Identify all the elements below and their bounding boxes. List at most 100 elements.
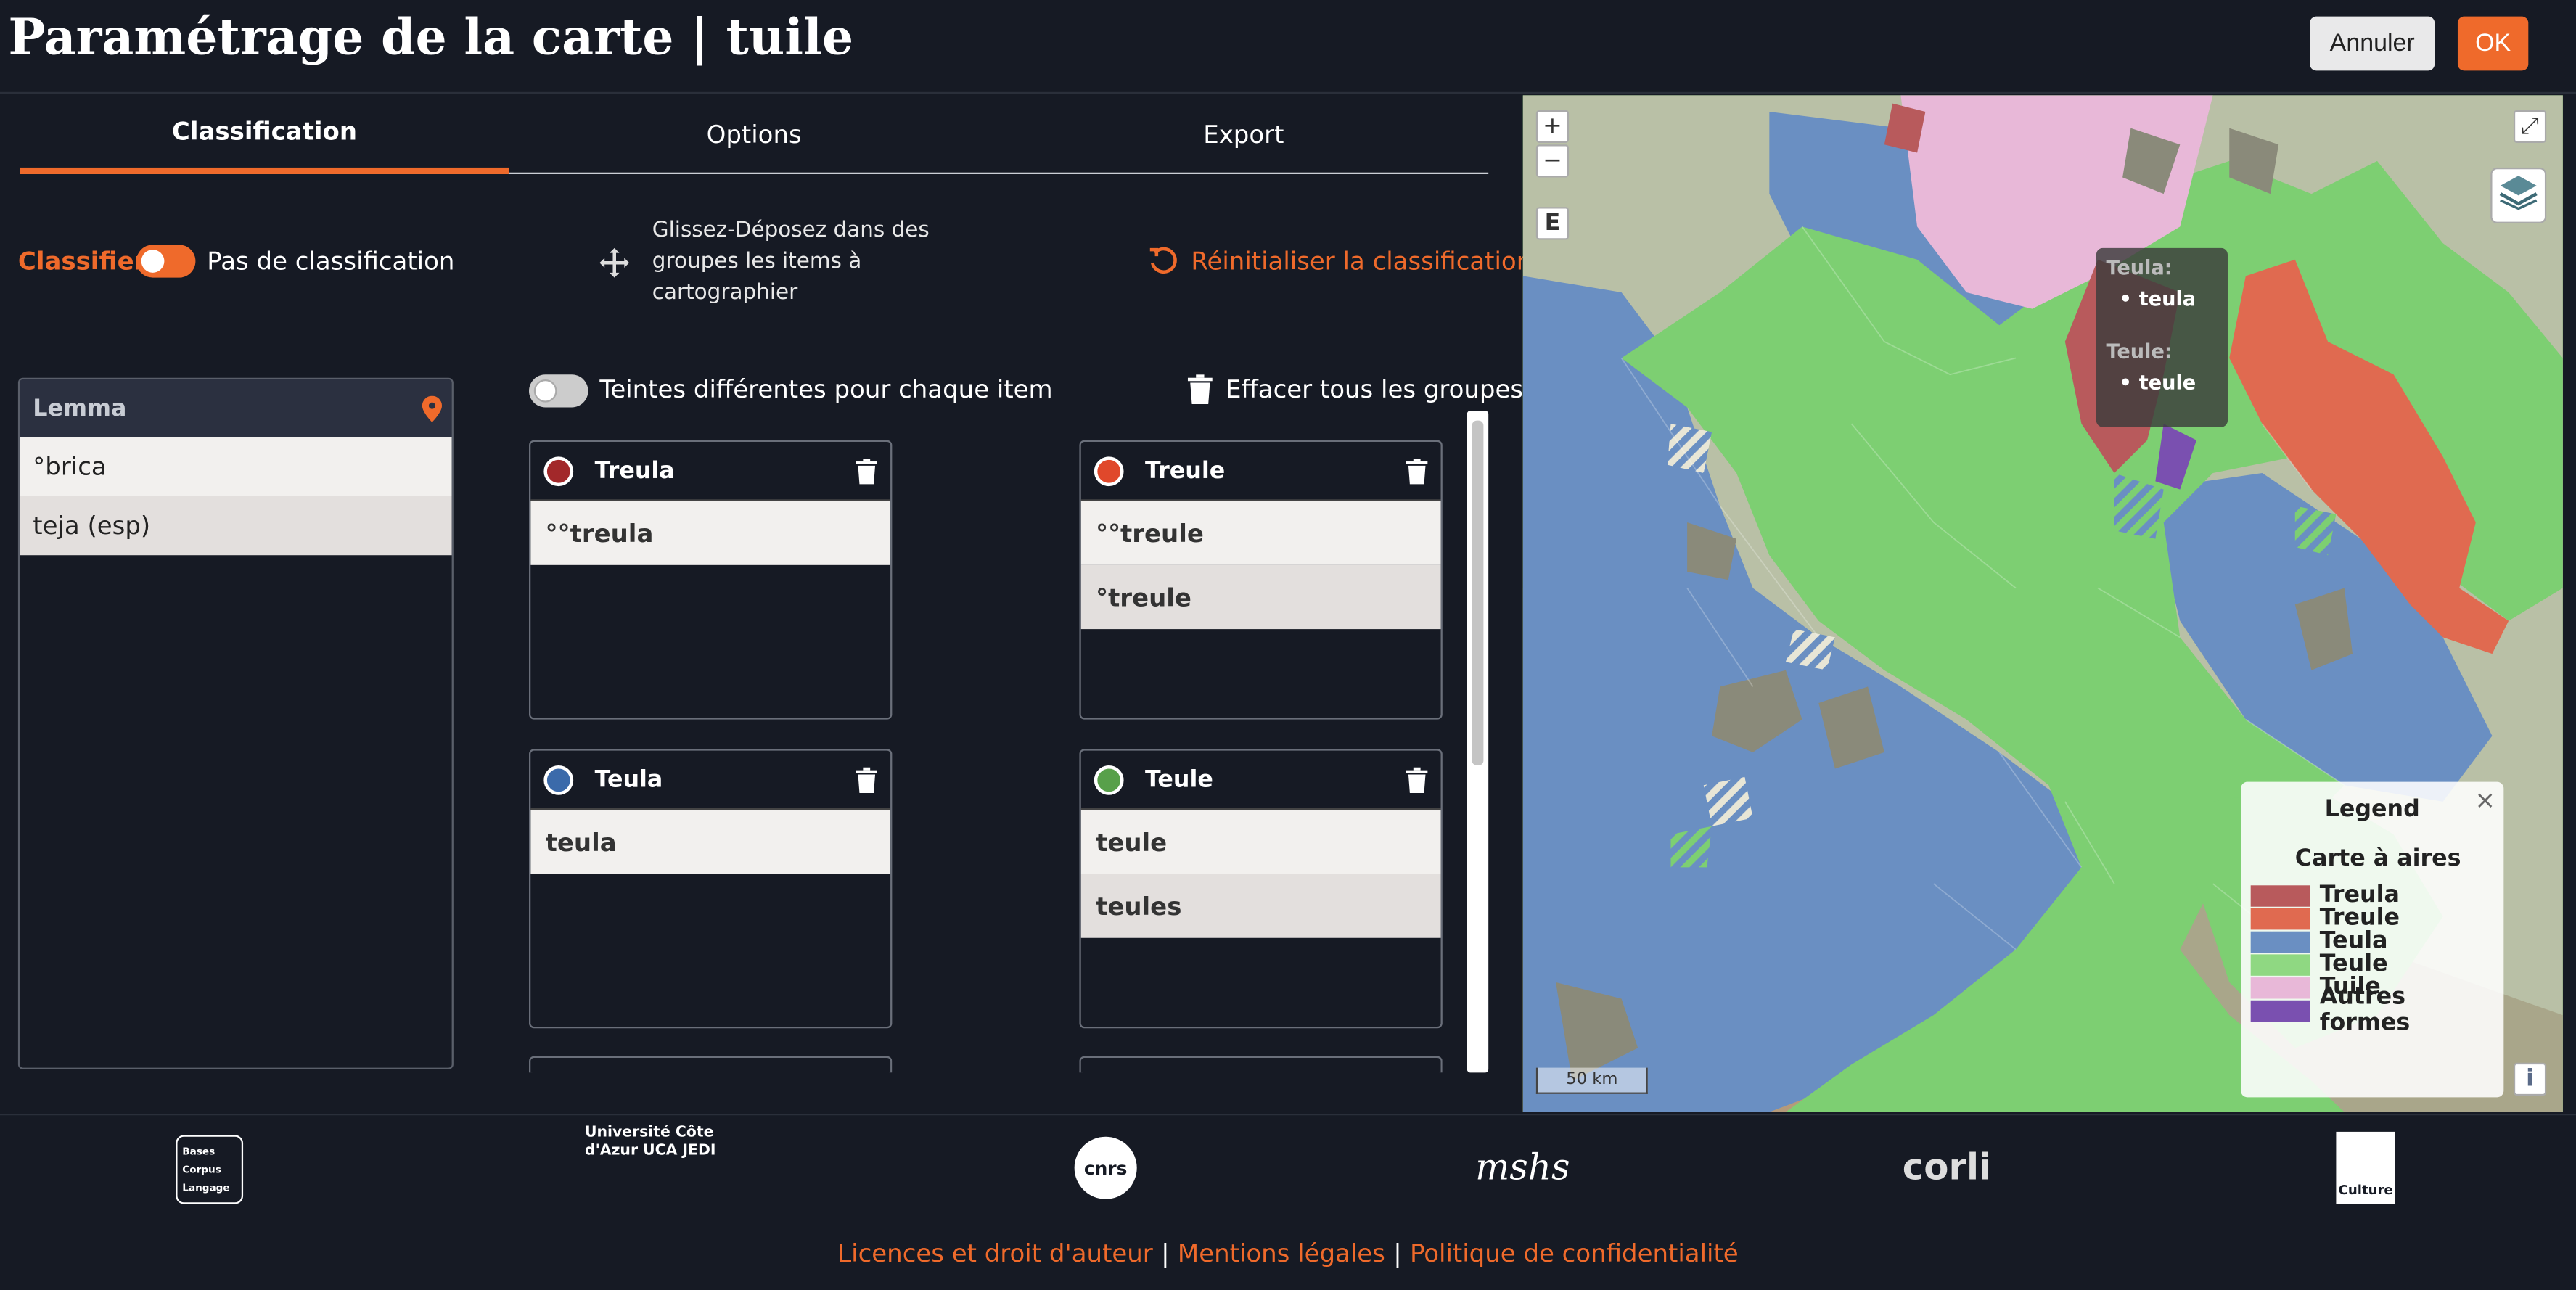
map-tooltip: Teula: • teula Teule: • teule — [2096, 247, 2228, 427]
group-item[interactable]: °°treule — [1080, 501, 1441, 565]
group-header: Teule — [1080, 751, 1441, 810]
classifier-label: Classifier — [17, 246, 147, 276]
scale-bar: 50 km — [1535, 1067, 1648, 1094]
group-card-teule[interactable]: Teule teule teules — [1079, 749, 1443, 1029]
group-item[interactable]: teules — [1080, 874, 1441, 938]
legend-title: Legend — [2324, 797, 2420, 823]
zoom-in-button[interactable]: + — [1535, 110, 1570, 143]
group-item[interactable]: °treule — [1080, 564, 1441, 630]
trash-icon[interactable] — [1406, 767, 1428, 794]
group-card-partial[interactable] — [1079, 1056, 1443, 1073]
group-header: Treula — [530, 442, 891, 501]
licences-link[interactable]: Licences et droit d'auteur — [837, 1238, 1153, 1268]
legend-swatch — [2250, 884, 2310, 906]
tab-export[interactable]: Export — [999, 95, 1489, 174]
reset-icon — [1149, 247, 1178, 276]
top-bar: Paramétrage de la carte | tuile Annuler … — [0, 0, 2576, 94]
legend-swatch — [2250, 907, 2310, 929]
group-name: Treule — [1145, 458, 1226, 485]
tooltip-item: • teula — [2119, 287, 2196, 311]
clear-groups-label: Effacer tous les groupes — [1225, 374, 1524, 404]
trash-icon[interactable] — [856, 767, 877, 794]
logo-bases-corpus-langage[interactable]: Bases Corpus Langage — [176, 1135, 244, 1204]
group-item[interactable]: °°treula — [530, 501, 891, 565]
page-title: Paramétrage de la carte | tuile — [8, 9, 854, 67]
layers-button[interactable] — [2490, 167, 2547, 223]
lemma-item[interactable]: teja (esp) — [20, 496, 452, 556]
tooltip-group: Teula: — [2106, 256, 2173, 279]
tints-label: Teintes différentes pour chaque item — [599, 374, 1053, 404]
group-card-treule[interactable]: Treule °°treule °treule — [1079, 440, 1443, 720]
logo-universite-cote-azur[interactable]: Université Côte d'Azur UCA JEDI — [585, 1125, 736, 1217]
group-name: Teula — [594, 767, 663, 794]
fullscreen-button[interactable]: ⤢ — [2513, 110, 2547, 143]
cancel-button[interactable]: Annuler — [2310, 16, 2435, 71]
group-color-dot[interactable] — [543, 456, 574, 487]
group-color-dot[interactable] — [1094, 765, 1124, 795]
legend-entry: Teula — [2250, 928, 2504, 954]
group-card-partial[interactable] — [529, 1056, 893, 1073]
group-color-dot[interactable] — [1094, 456, 1124, 487]
legend-swatch — [2250, 953, 2310, 975]
tab-bar: Classification Options Export — [20, 95, 1489, 174]
pin-icon — [422, 395, 443, 422]
tooltip-item: • teule — [2119, 371, 2196, 395]
groups-scrollbar[interactable] — [1467, 411, 1489, 1073]
toggle-knob — [533, 379, 557, 403]
trash-icon — [1187, 374, 1213, 404]
ok-button[interactable]: OK — [2457, 16, 2529, 71]
group-item[interactable]: teula — [530, 810, 891, 874]
map-legend: Legend × Carte à aires Treula Treule Teu… — [2241, 781, 2504, 1098]
legend-entry: Teule — [2250, 951, 2504, 977]
logo-corli[interactable]: corli — [1903, 1149, 1991, 1190]
legend-swatch — [2250, 930, 2310, 952]
group-header: Treule — [1080, 442, 1441, 501]
logo-mshs[interactable]: mshs — [1475, 1149, 1570, 1190]
trash-icon[interactable] — [856, 459, 877, 485]
group-name: Teule — [1145, 767, 1213, 794]
reset-label: Réinitialiser la classification — [1191, 246, 1533, 276]
edit-button[interactable]: E — [1535, 207, 1570, 240]
group-item[interactable]: teule — [1080, 810, 1441, 874]
info-button[interactable]: i — [2513, 1062, 2547, 1096]
tab-options[interactable]: Options — [509, 95, 999, 174]
drag-hint: Glissez-Déposez dans des groupes les ite… — [652, 218, 930, 306]
legend-swatch — [2250, 999, 2310, 1022]
move-icon — [598, 247, 631, 279]
legend-entry: Treula — [2250, 882, 2504, 908]
legend-swatch — [2250, 976, 2310, 998]
lemma-header: Lemma — [20, 379, 452, 437]
reset-classification-button[interactable]: Réinitialiser la classification — [1149, 246, 1533, 276]
group-header: Teula — [530, 751, 891, 810]
zoom-out-button[interactable]: − — [1535, 144, 1570, 178]
group-card-treula[interactable]: Treula °°treula — [529, 440, 893, 720]
logo-culture[interactable]: Culture — [2336, 1131, 2395, 1204]
legal-notice-link[interactable]: Mentions légales — [1178, 1238, 1385, 1268]
trash-icon[interactable] — [1406, 459, 1428, 485]
scrollbar-thumb[interactable] — [1472, 420, 1484, 766]
lemma-header-label: Lemma — [33, 395, 127, 422]
group-color-dot[interactable] — [543, 765, 574, 795]
tab-classification[interactable]: Classification — [20, 95, 509, 174]
legend-close-button[interactable]: × — [2475, 785, 2495, 815]
logo-cnrs[interactable]: cnrs — [1074, 1136, 1137, 1199]
layers-icon — [2499, 174, 2538, 217]
group-card-teula[interactable]: Teula teula — [529, 749, 893, 1029]
legend-entry: Autres formes — [2250, 984, 2504, 1037]
link-separator: | — [1161, 1238, 1170, 1268]
map-view[interactable]: + − E ⤢ Teula: • teula Teule: • teule Lege… — [1522, 95, 2563, 1112]
legend-entries: Treula Treule Teula Teule Tuile Autres f… — [2250, 882, 2504, 1037]
tints-toggle[interactable] — [529, 374, 588, 408]
legend-entry: Treule — [2250, 905, 2504, 932]
link-separator: | — [1393, 1238, 1402, 1268]
tooltip-group: Teule: — [2106, 340, 2173, 363]
lemma-item[interactable]: °brica — [20, 437, 452, 496]
legend-subtitle: Carte à aires — [2294, 845, 2461, 873]
classifier-state: Pas de classification — [207, 246, 455, 276]
toggle-knob — [141, 250, 165, 273]
lemma-list: Lemma °brica teja (esp) — [17, 377, 454, 1069]
privacy-policy-link[interactable]: Politique de confidentialité — [1410, 1238, 1739, 1268]
clear-groups-button[interactable]: Effacer tous les groupes — [1187, 374, 1524, 404]
classifier-toggle[interactable] — [136, 245, 196, 278]
group-name: Treula — [594, 458, 675, 485]
